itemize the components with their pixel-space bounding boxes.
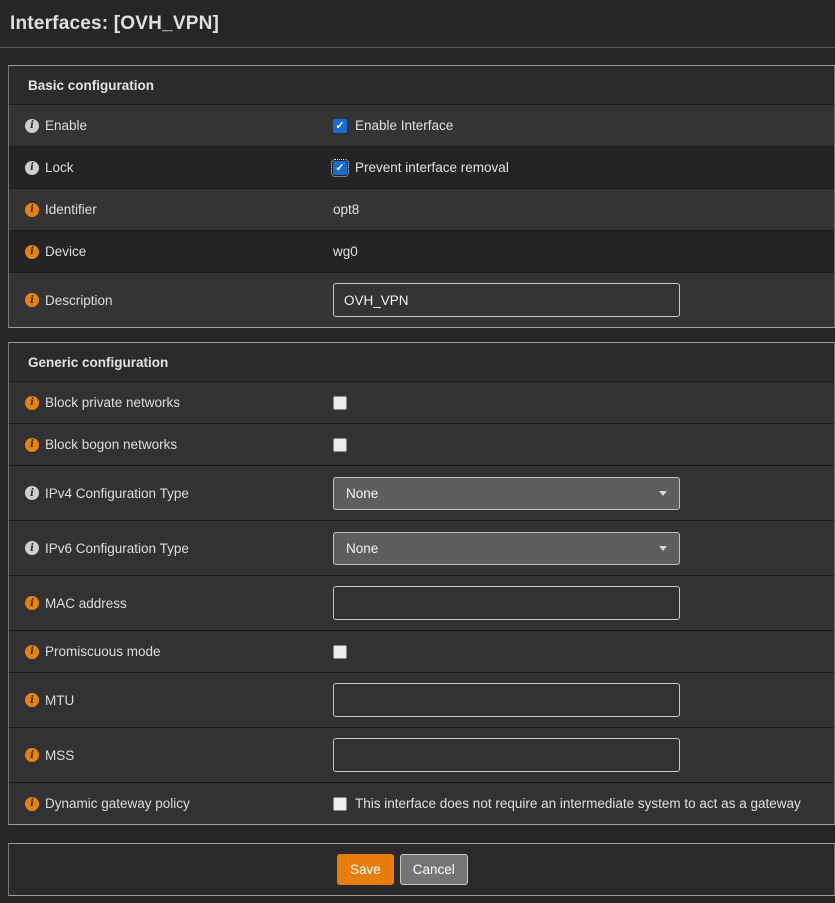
page-title: Interfaces: [OVH_VPN] [10,13,825,35]
info-icon[interactable]: i [25,119,39,133]
info-icon[interactable]: i [25,245,39,259]
chevron-down-icon [659,491,667,496]
info-icon[interactable]: i [25,438,39,452]
mtu-input[interactable] [333,683,680,717]
field-label: MAC address [45,596,127,611]
cancel-button[interactable]: Cancel [400,854,468,885]
info-icon[interactable]: i [25,203,39,217]
field-label: Lock [45,160,74,175]
row-mss: i MSS [9,727,834,782]
row-enable: i Enable ✓ Enable Interface [9,104,834,146]
row-mac-address: i MAC address [9,575,834,630]
field-label: IPv4 Configuration Type [45,486,189,501]
section-title: Basic configuration [9,66,834,104]
block-bogon-networks-checkbox[interactable] [333,438,347,452]
page-header: Interfaces: [OVH_VPN] [0,0,835,48]
dynamic-gateway-policy-checkbox[interactable] [333,797,347,811]
row-promiscuous-mode: i Promiscuous mode [9,630,834,672]
field-label: Dynamic gateway policy [45,796,190,811]
row-ipv6-configuration-type: i IPv6 Configuration Type None [9,520,834,575]
row-description: i Description [9,272,834,327]
field-label: Block private networks [45,395,180,410]
section-generic-configuration: Generic configuration i Block private netw… [8,342,835,825]
block-private-networks-checkbox[interactable] [333,396,347,410]
mac-address-input[interactable] [333,586,680,620]
info-icon[interactable]: i [25,748,39,762]
select-value: None [346,486,378,501]
chevron-down-icon [659,546,667,551]
info-icon[interactable]: i [25,541,39,555]
section-title: Generic configuration [9,343,834,381]
section-basic-configuration: Basic configuration i Enable ✓ Enable Interf… [8,65,835,328]
field-label: Promiscuous mode [45,644,161,659]
lock-checkbox-label[interactable]: Prevent interface removal [355,160,509,175]
field-label: Description [45,293,113,308]
info-icon[interactable]: i [25,486,39,500]
save-button[interactable]: Save [337,854,394,885]
row-mtu: i MTU [9,672,834,727]
row-dynamic-gateway-policy: i Dynamic gateway policy This interface do… [9,782,834,824]
dynamic-gateway-policy-checkbox-label[interactable]: This interface does not require an inter… [355,796,801,811]
field-label: Identifier [45,202,97,217]
device-value: wg0 [333,244,358,259]
info-icon[interactable]: i [25,596,39,610]
info-icon[interactable]: i [25,161,39,175]
enable-checkbox[interactable]: ✓ [333,119,347,133]
config-sections: Basic configuration i Enable ✓ Enable Interf… [0,48,835,825]
field-label: Block bogon networks [45,437,177,452]
select-value: None [346,541,378,556]
field-label: IPv6 Configuration Type [45,541,189,556]
field-label: MTU [45,693,74,708]
field-label: MSS [45,748,74,763]
row-ipv4-configuration-type: i IPv4 Configuration Type None [9,465,834,520]
info-icon[interactable]: i [25,293,39,307]
row-lock: i Lock ✓ Prevent interface removal [9,146,834,188]
row-block-bogon-networks: i Block bogon networks [9,423,834,465]
info-icon[interactable]: i [25,797,39,811]
row-device: i Device wg0 [9,230,834,272]
row-block-private-networks: i Block private networks [9,381,834,423]
info-icon[interactable]: i [25,693,39,707]
ipv4-configuration-type-select[interactable]: None [333,477,680,510]
field-label: Device [45,244,86,259]
ipv6-configuration-type-select[interactable]: None [333,532,680,565]
row-identifier: i Identifier opt8 [9,188,834,230]
description-input[interactable] [333,283,680,317]
info-icon[interactable]: i [25,645,39,659]
info-icon[interactable]: i [25,396,39,410]
promiscuous-mode-checkbox[interactable] [333,645,347,659]
mss-input[interactable] [333,738,680,772]
identifier-value: opt8 [333,202,359,217]
actions-bar: Save Cancel [8,843,835,896]
enable-checkbox-label[interactable]: Enable Interface [355,118,453,133]
field-label: Enable [45,118,87,133]
lock-checkbox[interactable]: ✓ [333,161,347,175]
